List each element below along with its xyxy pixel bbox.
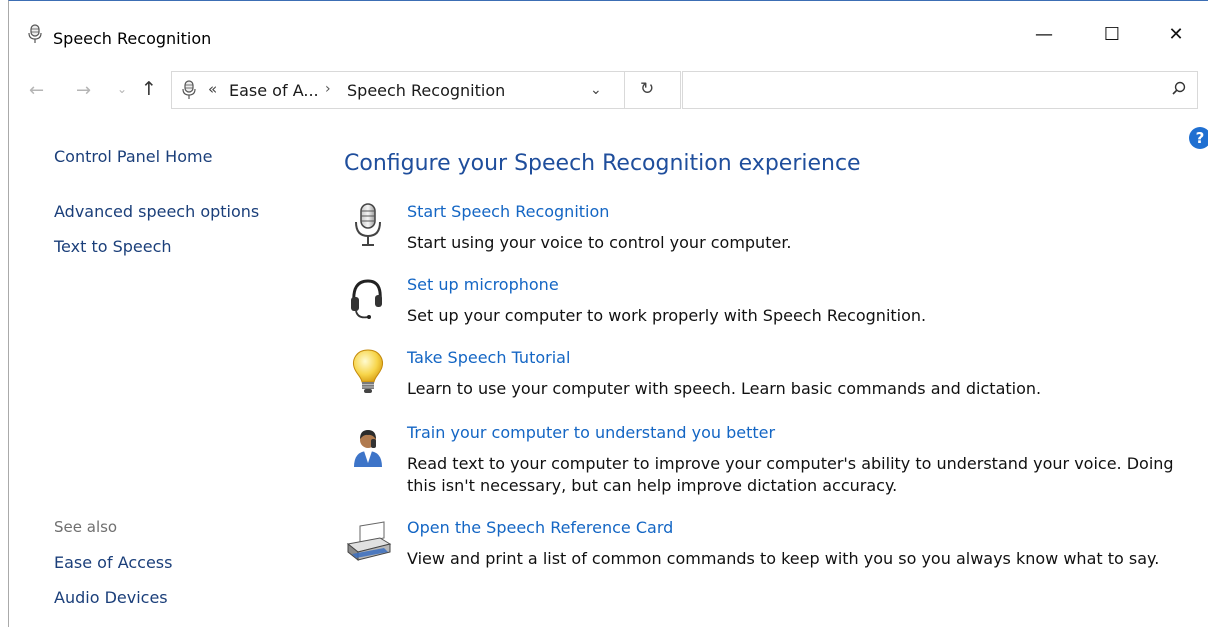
task-description: Learn to use your computer with speech. … [407,379,1042,398]
task-description: Start using your voice to control your c… [407,233,792,252]
close-button[interactable]: ✕ [1153,24,1199,52]
set-up-microphone-link[interactable]: Set up microphone [407,275,559,294]
microphone-icon [181,80,197,104]
address-bar[interactable]: « Ease of A... › Speech Recognition ⌄ ↻ [171,71,681,109]
task-description: Set up your computer to work properly wi… [407,306,927,325]
control-panel-home-link[interactable]: Control Panel Home [54,147,212,166]
recent-locations-button[interactable]: ⌄ [117,82,127,96]
task-description: View and print a list of common commands… [407,549,1160,568]
audio-devices-link[interactable]: Audio Devices [54,588,168,607]
open-speech-reference-card-link[interactable]: Open the Speech Reference Card [407,518,673,537]
back-button[interactable]: ← [29,80,44,101]
breadcrumb-overflow-button[interactable]: « [208,80,217,98]
window-title: Speech Recognition [53,29,212,48]
take-speech-tutorial-link[interactable]: Take Speech Tutorial [407,348,570,367]
breadcrumb-speech-recognition[interactable]: Speech Recognition [347,81,505,100]
printer-icon [344,518,392,566]
title-bar[interactable]: Speech Recognition — ☐ ✕ [9,1,1208,48]
breadcrumb-separator[interactable]: › [325,81,331,97]
start-speech-recognition-link[interactable]: Start Speech Recognition [407,202,609,221]
minimize-button[interactable]: — [1021,24,1067,52]
maximize-button[interactable]: ☐ [1089,24,1135,52]
lightbulb-icon [344,348,392,396]
breadcrumb-ease-of-access[interactable]: Ease of A... [229,81,319,100]
train-computer-link[interactable]: Train your computer to understand you be… [407,423,775,442]
ease-of-access-link[interactable]: Ease of Access [54,553,172,572]
headset-icon [344,275,392,323]
page-title: Configure your Speech Recognition experi… [344,151,861,176]
up-button[interactable]: ↑ [141,78,157,100]
address-dropdown-button[interactable]: ⌄ [590,82,602,98]
task-description-line-2: this isn't necessary, but can help impro… [407,476,898,495]
text-to-speech-link[interactable]: Text to Speech [54,237,172,256]
microphone-icon [27,24,43,48]
address-divider [624,72,625,108]
help-icon[interactable]: ? [1189,127,1208,149]
microphone-icon [344,202,392,250]
task-description-line-1: Read text to your computer to improve yo… [407,454,1174,473]
forward-button[interactable]: → [76,80,91,101]
task-description: Read text to your computer to improve yo… [407,453,1174,497]
refresh-button[interactable]: ↻ [640,79,654,99]
search-input[interactable] [682,71,1198,109]
user-icon [344,423,392,471]
see-also-heading: See also [54,518,118,536]
window: Speech Recognition — ☐ ✕ ← → ⌄ ↑ « Ease … [8,0,1208,627]
advanced-speech-options-link[interactable]: Advanced speech options [54,202,259,221]
search-icon[interactable] [1171,81,1187,101]
